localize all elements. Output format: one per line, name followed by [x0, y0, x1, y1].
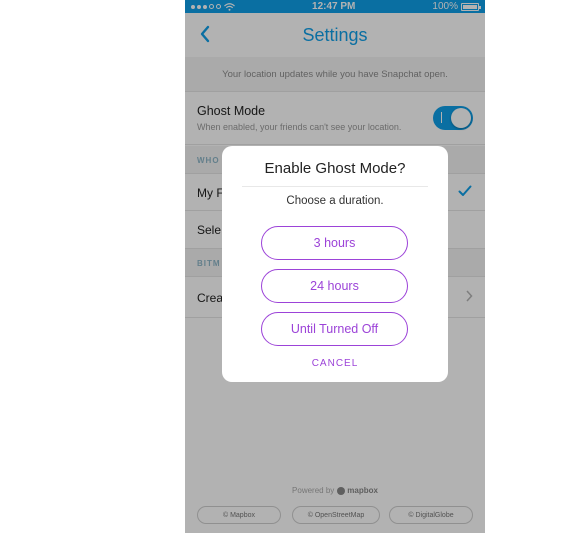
dialog-divider: [242, 186, 428, 187]
duration-until-off-button[interactable]: Until Turned Off: [261, 312, 408, 346]
cancel-button[interactable]: CANCEL: [222, 358, 448, 369]
dialog-title: Enable Ghost Mode?: [264, 160, 406, 177]
ghost-mode-dialog: Enable Ghost Mode? Choose a duration. 3 …: [222, 146, 448, 382]
dialog-subtitle: Choose a duration.: [286, 195, 384, 207]
duration-3-hours-button[interactable]: 3 hours: [261, 226, 408, 260]
duration-24-hours-button[interactable]: 24 hours: [261, 269, 408, 303]
phone-screen: 12:47 PM 100% Settings Your location upd…: [185, 0, 485, 533]
